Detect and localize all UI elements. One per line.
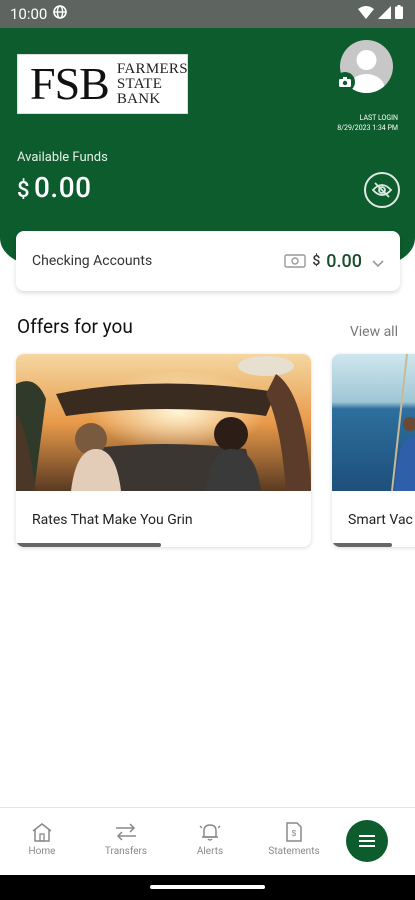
checking-accounts-label: Checking Accounts bbox=[32, 253, 153, 269]
status-bar: 10:00 bbox=[0, 0, 415, 28]
last-login-value: 8/29/2023 1:34 PM bbox=[337, 124, 398, 132]
checking-accounts-card[interactable]: Checking Accounts $ 0.00 bbox=[16, 231, 400, 291]
offers-title: Offers for you bbox=[17, 315, 133, 338]
offer-card[interactable]: Rates That Make You Grin bbox=[16, 354, 311, 547]
nav-statements-label: Statements bbox=[268, 846, 320, 857]
globe-icon bbox=[53, 5, 68, 23]
checking-amount: 0.00 bbox=[326, 250, 362, 272]
offer-caption: Smart Vac bbox=[348, 512, 413, 528]
nav-transfers[interactable]: Transfers bbox=[84, 822, 168, 857]
cash-icon bbox=[284, 254, 307, 268]
logo-initials: FSB bbox=[30, 58, 110, 109]
camera-icon[interactable] bbox=[335, 72, 355, 92]
gesture-bar bbox=[0, 875, 415, 900]
funds-currency: $ bbox=[17, 178, 31, 203]
app-screen: 10:00 FSB Farmers State Bank bbox=[0, 0, 415, 900]
battery-icon bbox=[395, 5, 403, 23]
eye-off-icon bbox=[372, 182, 392, 198]
last-login: LAST LOGIN 8/29/2023 1:34 PM bbox=[337, 113, 398, 133]
offer-image-convertible bbox=[16, 354, 311, 491]
nav-statements[interactable]: $ Statements bbox=[252, 822, 336, 857]
offer-progress-bar bbox=[16, 543, 161, 547]
offer-progress-bar bbox=[332, 543, 392, 547]
transfers-icon bbox=[116, 823, 136, 841]
view-all-link[interactable]: View all bbox=[350, 324, 398, 340]
bank-logo: FSB Farmers State Bank bbox=[17, 54, 188, 114]
nav-alerts-label: Alerts bbox=[196, 846, 224, 857]
signal-icon bbox=[378, 5, 391, 23]
status-time: 10:00 bbox=[10, 5, 48, 23]
logo-bank-name: Farmers State Bank bbox=[116, 60, 188, 107]
available-funds-value: $0.00 bbox=[17, 171, 92, 204]
wifi-icon bbox=[358, 5, 374, 23]
nav-home-label: Home bbox=[28, 846, 56, 857]
checking-currency: $ bbox=[312, 253, 321, 269]
available-funds-label: Available Funds bbox=[17, 150, 108, 165]
offer-card[interactable]: Smart Vac bbox=[332, 354, 415, 547]
home-gesture-handle[interactable] bbox=[150, 885, 265, 889]
menu-icon bbox=[359, 835, 375, 847]
checking-balance: $ 0.00 bbox=[284, 251, 362, 272]
svg-text:$: $ bbox=[292, 829, 297, 838]
offer-caption: Rates That Make You Grin bbox=[32, 512, 193, 528]
statement-icon: $ bbox=[286, 822, 302, 842]
home-icon bbox=[32, 823, 52, 842]
offer-image-sailing bbox=[332, 354, 415, 492]
chevron-down-icon[interactable] bbox=[372, 253, 384, 272]
funds-amount: 0.00 bbox=[34, 171, 92, 204]
nav-transfers-label: Transfers bbox=[104, 846, 148, 857]
nav-home[interactable]: Home bbox=[0, 822, 84, 857]
hide-balance-button[interactable] bbox=[364, 172, 400, 208]
menu-button[interactable] bbox=[346, 820, 388, 862]
bell-icon bbox=[199, 824, 221, 841]
nav-alerts[interactable]: Alerts bbox=[168, 822, 252, 857]
last-login-label: LAST LOGIN bbox=[359, 114, 398, 122]
